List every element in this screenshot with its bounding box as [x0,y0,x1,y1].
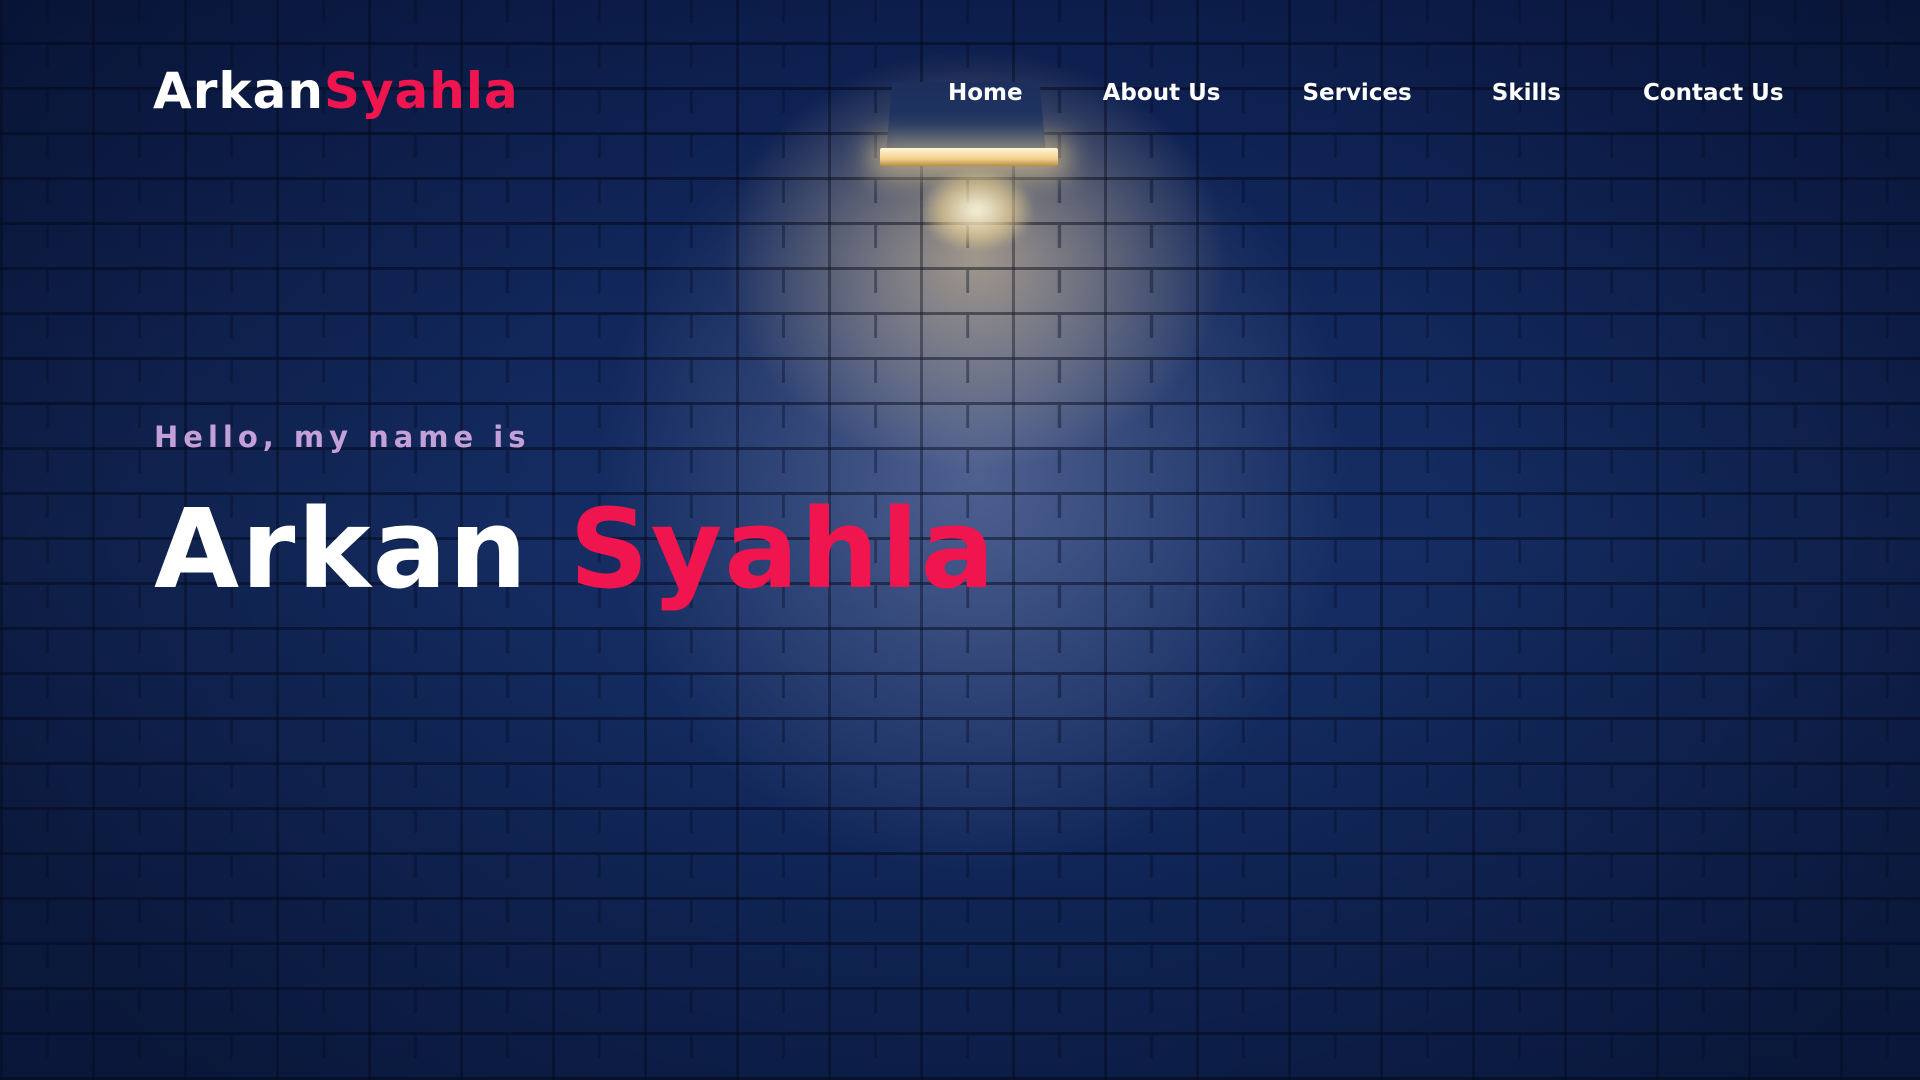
top-navigation: ArkanSyahla Home About Us Services Skill… [0,0,1920,200]
brand-last-name: Syahla [323,62,519,120]
nav-link-about-us[interactable]: About Us [1103,80,1221,106]
brand-logo[interactable]: ArkanSyahla [153,62,519,120]
nav-link-home[interactable]: Home [948,80,1023,106]
main-menu: Home About Us Services Skills Contact Us [948,80,1784,106]
hero-last-name: Syahla [569,485,997,613]
hero-first-name: Arkan [154,485,530,613]
nav-link-services[interactable]: Services [1302,80,1411,106]
brand-first-name: Arkan [153,62,324,120]
nav-link-skills[interactable]: Skills [1492,80,1561,106]
nav-link-contact-us[interactable]: Contact Us [1643,80,1784,106]
hero-section: ArkanSyahla Home About Us Services Skill… [0,0,1920,1080]
hero-greeting: Hello, my name is [154,420,531,454]
hero-name-heading: Arkan Syahla [154,494,997,604]
hero-intro: Hello, my name is Arkan Syahla [154,420,997,604]
